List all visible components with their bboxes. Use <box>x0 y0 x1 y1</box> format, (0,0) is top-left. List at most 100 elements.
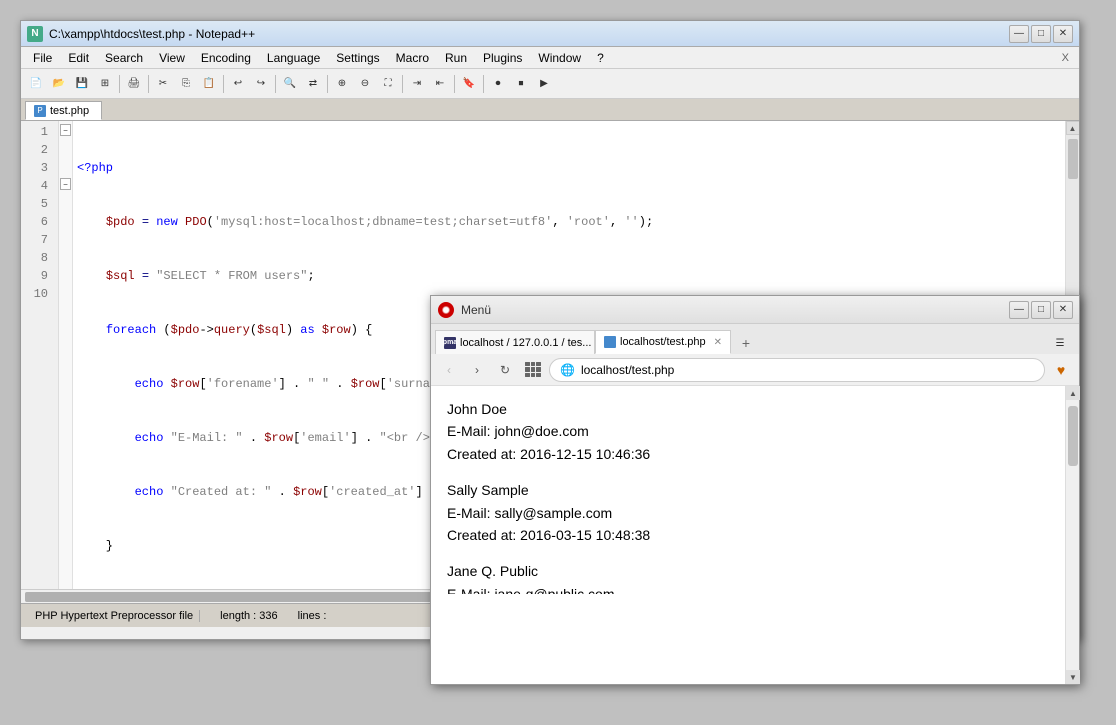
code-line-1: <?php <box>77 159 1061 177</box>
user-2-email: E-Mail: sally@sample.com <box>447 502 1059 524</box>
notepad-close-button[interactable]: ✕ <box>1053 25 1073 43</box>
toolbar-undo[interactable]: ↩ <box>227 73 249 95</box>
browser-minimize-button[interactable]: — <box>1009 301 1029 319</box>
user-entry-2: Sally Sample E-Mail: sally@sample.com Cr… <box>447 479 1059 546</box>
user-2-name: Sally Sample <box>447 479 1059 501</box>
user-3-name: Jane Q. Public <box>447 560 1059 582</box>
status-length: length : 336 <box>220 610 278 622</box>
menu-edit[interactable]: Edit <box>60 49 97 67</box>
toolbar-save-all[interactable]: ⊞ <box>94 73 116 95</box>
tab-label: test.php <box>50 105 89 117</box>
browser-scroll-down-button[interactable]: ▼ <box>1066 670 1080 684</box>
toolbar-cut[interactable]: ✂ <box>152 73 174 95</box>
vscroll-up-button[interactable]: ▲ <box>1066 121 1080 135</box>
toolbar-find[interactable]: 🔍 <box>279 73 301 95</box>
user-2-created: Created at: 2016-03-15 10:48:38 <box>447 524 1059 546</box>
notepad-minimize-button[interactable]: — <box>1009 25 1029 43</box>
toolbar-indent[interactable]: ⇥ <box>406 73 428 95</box>
browser-tab-menu-button[interactable]: ☰ <box>1049 332 1071 354</box>
toolbar-outdent[interactable]: ⇤ <box>429 73 451 95</box>
browser-new-tab-button[interactable]: + <box>735 332 757 354</box>
toolbar-sep-7 <box>454 75 455 93</box>
browser-tab-localhost[interactable]: localhost/test.php ✕ <box>595 330 731 354</box>
browser-scroll-up-button[interactable]: ▲ <box>1066 386 1080 400</box>
code-line-3: $sql = "SELECT * FROM users"; <box>77 267 1061 285</box>
menu-language[interactable]: Language <box>259 49 328 67</box>
toolbar-replace[interactable]: ⇄ <box>302 73 324 95</box>
browser-content-area: John Doe E-Mail: john@doe.com Created at… <box>431 386 1079 684</box>
line-num-10: 10 <box>21 285 52 303</box>
opera-icon <box>438 302 454 318</box>
toolbar-sep-2 <box>148 75 149 93</box>
toolbar-redo[interactable]: ↪ <box>250 73 272 95</box>
browser-back-button[interactable]: ‹ <box>437 358 461 382</box>
menu-settings[interactable]: Settings <box>328 49 387 67</box>
menu-search[interactable]: Search <box>97 49 151 67</box>
browser-tab-localhost-close[interactable]: ✕ <box>714 337 722 348</box>
browser-window-controls: — □ ✕ <box>1009 301 1073 319</box>
browser-menu-label[interactable]: Menü <box>461 303 1009 317</box>
favorite-button[interactable]: ♥ <box>1049 358 1073 382</box>
toolbar-bookmark[interactable]: 🔖 <box>458 73 480 95</box>
pma-icon: pma <box>444 337 456 349</box>
browser-forward-button[interactable]: › <box>465 358 489 382</box>
notepad-maximize-button[interactable]: □ <box>1031 25 1051 43</box>
browser-refresh-button[interactable]: ↻ <box>493 358 517 382</box>
browser-grid-button[interactable] <box>521 358 545 382</box>
browser-content: John Doe E-Mail: john@doe.com Created at… <box>431 386 1079 594</box>
url-globe-icon: 🌐 <box>560 363 575 377</box>
menu-file[interactable]: File <box>25 49 60 67</box>
menu-macro[interactable]: Macro <box>388 49 437 67</box>
browser-maximize-button[interactable]: □ <box>1031 301 1051 319</box>
tab-test-php[interactable]: P test.php <box>25 101 102 120</box>
fold-icon-4[interactable]: − <box>60 178 71 190</box>
line-num-9: 9 <box>21 267 52 285</box>
vscroll-thumb[interactable] <box>1068 139 1078 179</box>
line-num-2: 2 <box>21 141 52 159</box>
line-num-3: 3 <box>21 159 52 177</box>
fold-icon-1[interactable]: − <box>60 124 71 136</box>
browser-toolbar: ‹ › ↻ 🌐 localhost/test.php ♥ <box>431 354 1079 386</box>
browser-vertical-scrollbar[interactable]: ▲ ▼ <box>1065 386 1079 684</box>
browser-tab-pma-label: localhost / 127.0.0.1 / tes... <box>460 337 591 349</box>
notepad-toolbar: 📄 📂 💾 ⊞ 🖨 ✂ ⎘ 📋 ↩ ↪ 🔍 ⇄ ⊕ ⊖ ⛶ ⇥ ⇤ 🔖 ⏺ ⏹ … <box>21 69 1079 99</box>
line-num-7: 7 <box>21 231 52 249</box>
menu-run[interactable]: Run <box>437 49 475 67</box>
browser-window: Menü — □ ✕ pma localhost / 127.0.0.1 / t… <box>430 295 1080 685</box>
browser-tab-localhost-label: localhost/test.php <box>620 336 706 348</box>
toolbar-copy[interactable]: ⎘ <box>175 73 197 95</box>
line-num-6: 6 <box>21 213 52 231</box>
toolbar-zoom-out[interactable]: ⊖ <box>354 73 376 95</box>
toolbar-new[interactable]: 📄 <box>25 73 47 95</box>
toolbar-macro-play[interactable]: ▶ <box>533 73 555 95</box>
toolbar-save[interactable]: 💾 <box>71 73 93 95</box>
menu-close-x[interactable]: X <box>1056 50 1075 66</box>
toolbar-zoom-in[interactable]: ⊕ <box>331 73 353 95</box>
opera-logo <box>437 301 455 319</box>
menu-help[interactable]: ? <box>589 49 612 67</box>
toolbar-open[interactable]: 📂 <box>48 73 70 95</box>
toolbar-sep-8 <box>483 75 484 93</box>
toolbar-full-screen[interactable]: ⛶ <box>377 73 399 95</box>
toolbar-sep-3 <box>223 75 224 93</box>
fold-margin: − − <box>59 121 73 589</box>
menu-window[interactable]: Window <box>530 49 589 67</box>
url-text[interactable]: localhost/test.php <box>581 363 1034 377</box>
line-num-1: 1 <box>21 123 52 141</box>
browser-scroll-thumb[interactable] <box>1068 406 1078 466</box>
toolbar-macro-record[interactable]: ⏺ <box>487 73 509 95</box>
browser-close-button[interactable]: ✕ <box>1053 301 1073 319</box>
toolbar-sep-4 <box>275 75 276 93</box>
toolbar-sep-1 <box>119 75 120 93</box>
browser-titlebar: Menü — □ ✕ <box>431 296 1079 324</box>
toolbar-paste[interactable]: 📋 <box>198 73 220 95</box>
browser-tab-pma[interactable]: pma localhost / 127.0.0.1 / tes... ✕ <box>435 330 595 354</box>
toolbar-print[interactable]: 🖨 <box>123 73 145 95</box>
notepad-tabbar: P test.php <box>21 99 1079 121</box>
menu-view[interactable]: View <box>151 49 193 67</box>
menu-encoding[interactable]: Encoding <box>193 49 259 67</box>
toolbar-macro-stop[interactable]: ⏹ <box>510 73 532 95</box>
toolbar-sep-6 <box>402 75 403 93</box>
url-bar[interactable]: 🌐 localhost/test.php <box>549 358 1045 382</box>
menu-plugins[interactable]: Plugins <box>475 49 530 67</box>
